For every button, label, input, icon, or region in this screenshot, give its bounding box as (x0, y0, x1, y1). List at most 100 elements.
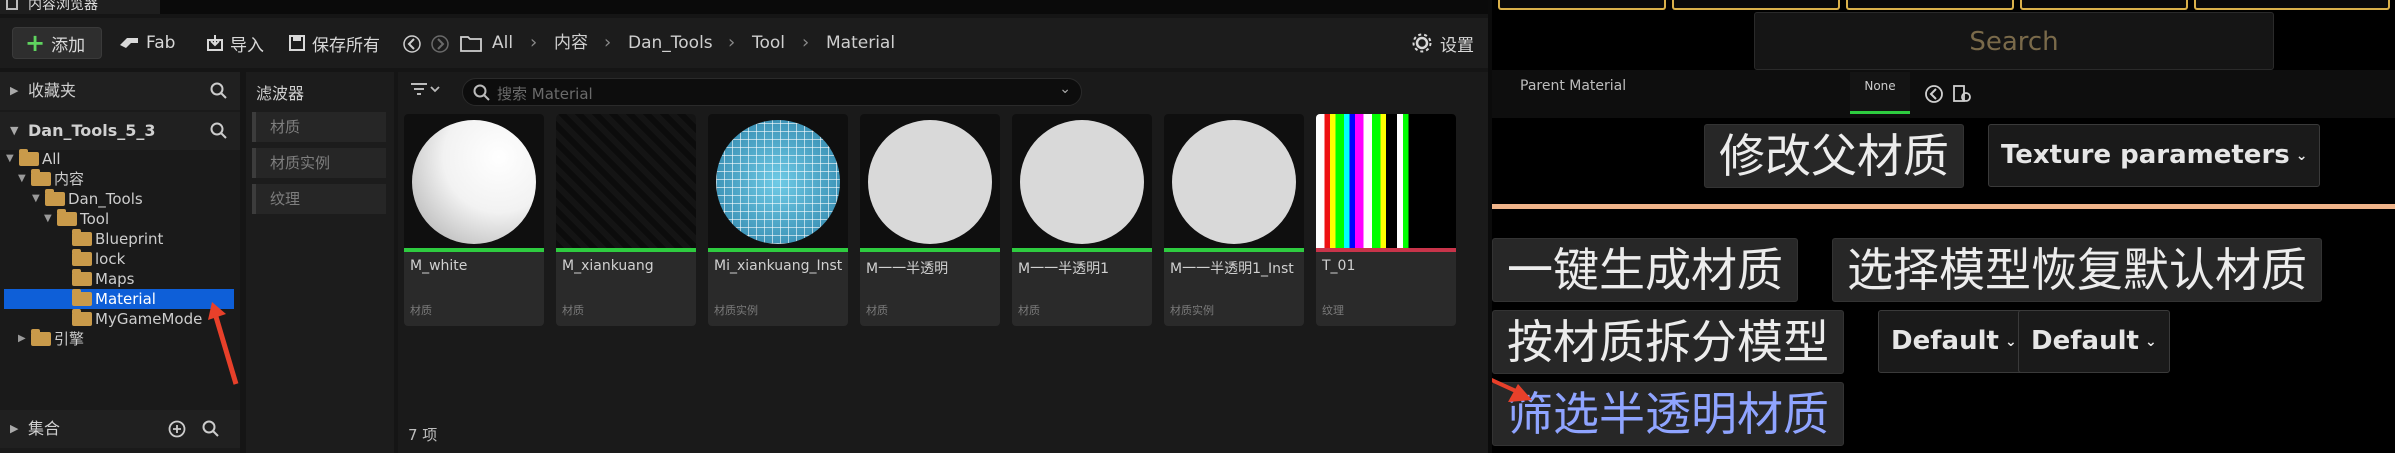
chevron-down-icon: ⌄ (2144, 333, 2157, 350)
asset-thumbnail (708, 114, 848, 248)
tree-item-blueprint[interactable]: Blueprint (72, 229, 163, 249)
add-button[interactable]: + 添加 (12, 27, 102, 59)
asset-search-input[interactable]: 搜索 Material ⌄ (462, 78, 1082, 106)
annotation-arrow-icon (208, 302, 239, 385)
tree-item-mygamemode[interactable]: MyGameMode (72, 309, 202, 329)
white-sphere-preview (412, 120, 536, 244)
folder-icon (31, 329, 51, 346)
settings-button[interactable]: 设置 (1412, 27, 1474, 59)
tree-item-maps[interactable]: Maps (72, 269, 134, 289)
default-dropdown-1[interactable]: Default ⌄ (1878, 310, 2030, 373)
window-title-bar: 内容浏览器 (0, 0, 1488, 14)
expand-arrow-icon: ▶ (18, 333, 26, 344)
asset-tile[interactable]: M_xiankuang 材质 (556, 114, 696, 326)
asset-type: 纹理 (1322, 304, 1344, 317)
parent-material-row: Parent Material None (1492, 70, 2395, 118)
gray-sphere-preview (1172, 120, 1296, 244)
asset-type-bar (708, 248, 848, 252)
tree-item-content[interactable]: ▼ 内容 (18, 169, 84, 189)
asset-type: 材质 (866, 304, 888, 317)
top-slot (2020, 0, 2188, 10)
asset-tile[interactable]: M一一半透明1 材质 (1012, 114, 1152, 326)
search-icon[interactable] (202, 420, 220, 438)
save-all-button-label: 保存所有 (312, 35, 380, 56)
asset-tile[interactable]: M一一半透明 材质 (860, 114, 1000, 326)
project-header[interactable]: ▼ Dan_Tools_5_3 (0, 112, 240, 150)
folder-icon (72, 269, 92, 286)
asset-thumbnail (404, 114, 544, 248)
forward-icon[interactable] (430, 34, 450, 54)
search-icon[interactable] (210, 82, 228, 100)
fab-icon (120, 38, 138, 48)
filter-item-material[interactable]: 材质 (252, 112, 386, 142)
texture-parameters-dropdown[interactable]: Texture parameters ⌄ (1988, 124, 2321, 187)
parent-material-picker[interactable]: None (1850, 72, 1910, 114)
breadcrumb-material[interactable]: Material (826, 27, 895, 59)
search-icon (473, 84, 490, 101)
browse-icon[interactable] (1952, 84, 1972, 104)
search-icon[interactable] (210, 122, 228, 140)
texture-parameters-label: Texture parameters (2001, 140, 2290, 170)
project-label: Dan_Tools_5_3 (28, 121, 156, 140)
asset-name: M一一半透明1_Inst (1170, 261, 1294, 277)
gray-sphere-preview (868, 120, 992, 244)
gear-icon (1412, 33, 1432, 53)
split-model-by-material-button[interactable]: 按材质拆分模型 (1492, 310, 1844, 374)
collections-header[interactable]: ▶ 集合 (0, 410, 240, 448)
fab-button-label: Fab (146, 33, 176, 53)
asset-type: 材质实例 (714, 304, 758, 317)
folder-icon (45, 189, 65, 206)
content-browser-tab-label: 内容浏览器 (28, 0, 98, 13)
asset-type: 材质 (1018, 304, 1040, 317)
material-tool-panel: Search Parent Material None 修改父材质 Textur… (1492, 0, 2395, 453)
breadcrumb-content[interactable]: 内容 (554, 27, 588, 59)
filter-translucent-material-button[interactable]: 筛选半透明材质 (1492, 382, 1844, 446)
filter-dropdown-button[interactable] (410, 82, 440, 100)
back-icon[interactable] (402, 34, 422, 54)
tree-item-all[interactable]: ▼ All (6, 149, 61, 169)
one-click-generate-material-button[interactable]: 一键生成材质 (1492, 238, 1798, 302)
modify-parent-material-button[interactable]: 修改父材质 (1704, 124, 1964, 188)
add-circle-icon[interactable] (168, 420, 186, 438)
settings-label: 设置 (1440, 35, 1474, 56)
tree-item-label: Material (95, 290, 156, 308)
restore-default-material-button[interactable]: 选择模型恢复默认材质 (1832, 238, 2322, 302)
tree-item-label: lock (95, 250, 126, 268)
asset-tile[interactable]: M一一半透明1_Inst 材质实例 (1164, 114, 1304, 326)
asset-tile[interactable]: Mi_xiankuang_Inst 材质实例 (708, 114, 848, 326)
filter-item-material-instance[interactable]: 材质实例 (252, 148, 386, 178)
tree-item-tool[interactable]: ▼ Tool (44, 209, 109, 229)
filter-item-texture[interactable]: 纹理 (252, 184, 386, 214)
favorites-label: 收藏夹 (28, 81, 77, 100)
asset-name: Mi_xiankuang_Inst (714, 258, 843, 274)
tree-item-label: Blueprint (95, 230, 164, 248)
asset-type-bar (1316, 248, 1456, 252)
tree-item-lock[interactable]: lock (72, 249, 125, 269)
breadcrumb-all[interactable]: All (492, 27, 513, 59)
stripe-texture-preview (1316, 114, 1456, 248)
default-dropdown-label: Default (2031, 326, 2139, 356)
import-button[interactable]: 导入 (206, 27, 264, 59)
add-button-label: 添加 (51, 35, 86, 56)
tree-item-material[interactable]: Material (4, 289, 234, 309)
asset-tile[interactable]: M_white 材质 (404, 114, 544, 326)
default-dropdown-2[interactable]: Default ⌄ (2018, 310, 2170, 373)
breadcrumb-tool[interactable]: Tool (752, 27, 785, 59)
collapse-arrow-icon: ▼ (18, 173, 26, 184)
filter-title: 滤波器 (256, 84, 305, 103)
tree-item-engine[interactable]: ▶ 引擎 (18, 329, 84, 349)
use-selected-icon[interactable] (1924, 84, 1944, 104)
save-all-button[interactable]: 保存所有 (288, 27, 380, 59)
chevron-down-icon[interactable]: ⌄ (1059, 81, 1071, 97)
section-divider (1492, 204, 2395, 209)
tool-search-input[interactable]: Search (1754, 12, 2274, 70)
fab-button[interactable]: Fab (118, 27, 175, 59)
folder-icon[interactable] (460, 34, 482, 52)
content-browser-tab[interactable]: 内容浏览器 (0, 0, 160, 14)
folder-icon (57, 209, 77, 226)
expand-arrow-icon: ▶ (10, 422, 19, 435)
asset-tile[interactable]: T_01 纹理 (1316, 114, 1456, 326)
favorites-header[interactable]: ▶ 收藏夹 (0, 72, 240, 110)
breadcrumb-dan-tools[interactable]: Dan_Tools (628, 27, 713, 59)
tree-item-dan-tools[interactable]: ▼ Dan_Tools (32, 189, 143, 209)
